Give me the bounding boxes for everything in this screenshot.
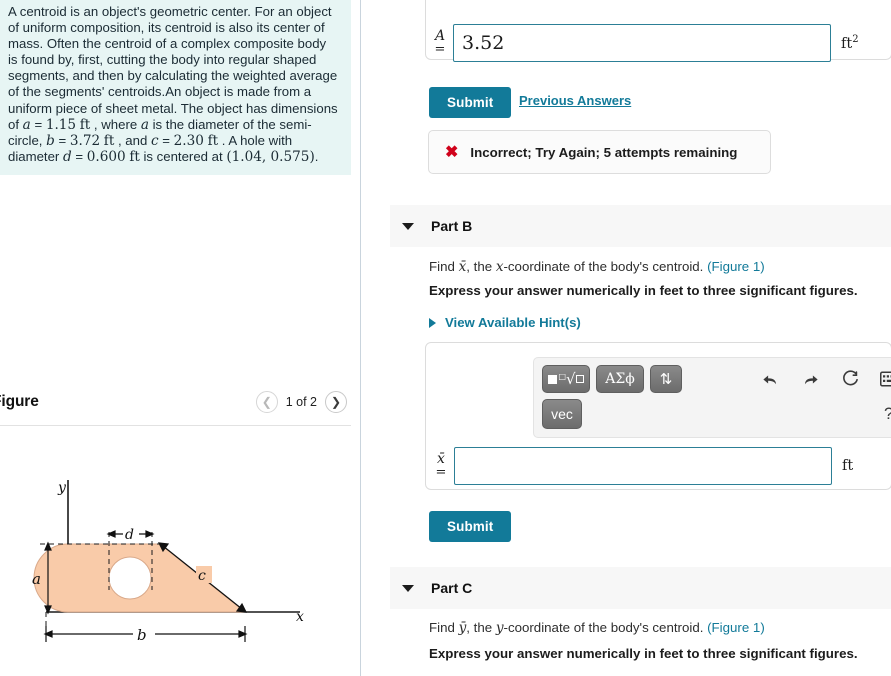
part-b-header[interactable]: Part B bbox=[390, 205, 891, 247]
right-panel: A = ft2 Submit Previous Answers ✖ Incorr… bbox=[361, 0, 891, 676]
vector-button[interactable]: vec bbox=[542, 399, 582, 429]
svg-text:a: a bbox=[32, 570, 41, 588]
part-a-unit: ft2 bbox=[841, 34, 859, 52]
part-c-instruction: Express your answer numerically in feet … bbox=[429, 646, 858, 661]
reset-icon[interactable] bbox=[839, 368, 861, 390]
part-a-feedback-banner: ✖ Incorrect; Try Again; 5 attempts remai… bbox=[428, 130, 771, 174]
problem-intro-box: A centroid is an object's geometric cent… bbox=[0, 0, 351, 175]
svg-text:b: b bbox=[137, 626, 147, 644]
problem-page: A centroid is an object's geometric cent… bbox=[0, 0, 891, 676]
part-c-figure-link[interactable]: (Figure 1) bbox=[707, 620, 765, 635]
part-b-submit-button[interactable]: Submit bbox=[429, 511, 512, 542]
figure-diagram: y x a b d c bbox=[0, 432, 351, 676]
part-b-answer-row: x̄ = ft bbox=[428, 447, 853, 485]
left-panel: A centroid is an object's geometric cent… bbox=[0, 0, 360, 676]
chevron-left-icon[interactable]: ❮ bbox=[255, 391, 278, 413]
chevron-right-icon[interactable]: ❯ bbox=[325, 391, 347, 413]
arrows-button[interactable]: ⇅ bbox=[650, 365, 682, 393]
x-mark-icon: ✖ bbox=[445, 144, 459, 161]
part-c-header[interactable]: Part C bbox=[390, 567, 891, 609]
part-c-title: Part C bbox=[431, 580, 473, 596]
part-b-answer-input[interactable] bbox=[454, 447, 832, 485]
figure-header: Figure ❮ 1 of 2 ❯ bbox=[0, 391, 351, 425]
svg-text:c: c bbox=[198, 568, 206, 584]
part-b-hint-label: View Available Hint(s) bbox=[445, 315, 581, 330]
part-a-submit-button[interactable]: Submit bbox=[429, 87, 512, 118]
part-b-title: Part B bbox=[431, 218, 473, 234]
part-b-question: Find x̄, the x-coordinate of the body's … bbox=[429, 259, 765, 275]
caret-right-icon bbox=[429, 317, 436, 328]
part-b-view-hints[interactable]: View Available Hint(s) bbox=[429, 315, 581, 330]
part-a-variable-label: A = bbox=[434, 28, 446, 57]
part-b-unit: ft bbox=[842, 458, 854, 474]
part-b-math-palette: □√ ΑΣϕ ⇅ vec bbox=[533, 357, 891, 438]
svg-text:y: y bbox=[57, 480, 67, 496]
redo-icon[interactable] bbox=[799, 368, 821, 390]
figure-divider bbox=[0, 425, 351, 426]
figure-pagination: ❮ 1 of 2 ❯ bbox=[255, 391, 347, 413]
part-a-answer-row: A = ft2 bbox=[427, 24, 859, 62]
part-b-answer-card: □√ ΑΣϕ ⇅ vec x̄ = ft bbox=[425, 342, 891, 490]
greek-symbols-button[interactable]: ΑΣϕ bbox=[596, 365, 644, 393]
part-b-variable-label: x̄ = bbox=[435, 451, 447, 480]
part-b-instruction: Express your answer numerically in feet … bbox=[429, 283, 858, 298]
part-c-question: Find ȳ, the y-coordinate of the body's … bbox=[429, 620, 765, 636]
svg-text:d: d bbox=[125, 527, 134, 543]
part-a-answer-input[interactable] bbox=[453, 24, 831, 62]
undo-icon[interactable] bbox=[759, 368, 781, 390]
palette-help-button[interactable]: ? bbox=[884, 404, 891, 424]
figure-counter: 1 of 2 bbox=[285, 395, 317, 409]
keyboard-icon[interactable] bbox=[879, 370, 891, 388]
caret-down-icon[interactable] bbox=[402, 222, 414, 230]
sqrt-template-button[interactable]: □√ bbox=[542, 365, 590, 393]
figure-title: Figure bbox=[0, 393, 39, 410]
svg-text:x: x bbox=[296, 609, 304, 625]
caret-down-icon[interactable] bbox=[402, 584, 414, 592]
part-b-figure-link[interactable]: (Figure 1) bbox=[707, 259, 765, 274]
part-a-feedback-text: Incorrect; Try Again; 5 attempts remaini… bbox=[470, 144, 738, 160]
problem-intro-text: A centroid is an object's geometric cent… bbox=[8, 4, 338, 165]
part-a-previous-answers-link[interactable]: Previous Answers bbox=[519, 93, 631, 108]
